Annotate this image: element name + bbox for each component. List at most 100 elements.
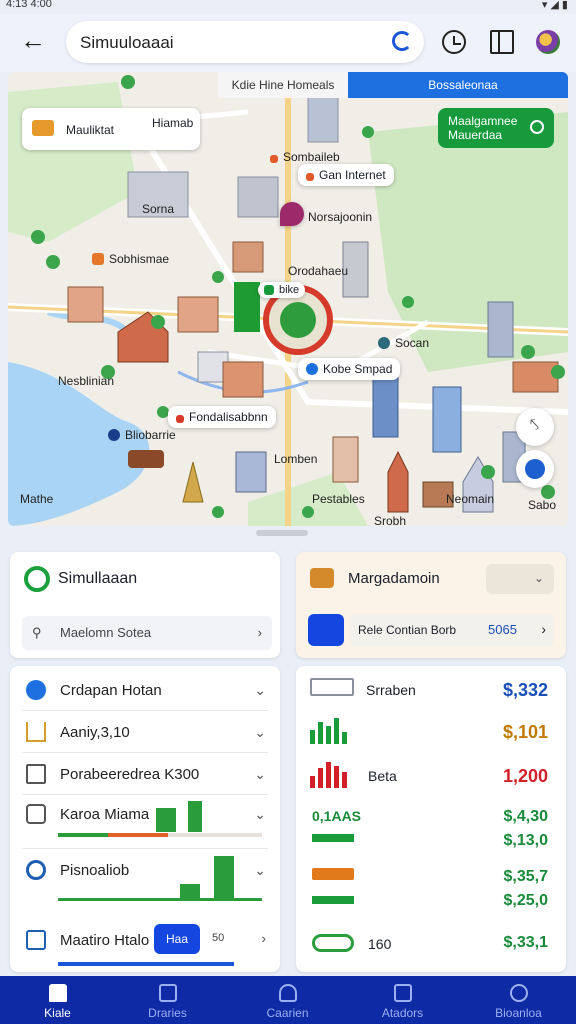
bar-mark [180,884,200,898]
list-icon [393,984,412,1002]
price-row[interactable]: 0,1AAS $,4,30 $,13,0 [296,800,566,850]
list-item[interactable]: Porabeeredrea K300 ⌄ [10,754,280,794]
search-bar[interactable]: Simuuloaaai [66,21,424,63]
list-item[interactable]: Crdapan Hotan ⌄ [10,670,280,710]
nav-home[interactable]: Kiale [0,976,115,1024]
divider [22,752,268,753]
simulation-field[interactable]: ⚲ Maelomn Sotea › [22,616,272,650]
map-label-pin-title: Norsajoonin [308,210,373,224]
location-pin-icon[interactable] [280,202,304,226]
margin-field[interactable]: Rele Contian Borb 5065 › [350,614,554,646]
building-icon [310,678,354,696]
card-icon [26,804,46,824]
bike-chip-label: bike [279,284,300,296]
chevron-down-icon: ⌄ [254,806,266,822]
bottom-nav: Kiale Draries Caarien Atadors Bioanloa [0,976,576,1024]
map-tabs: Kdie Hine Homeals Bossaleonaa [218,72,568,98]
bike-chip[interactable]: bike [258,282,306,298]
action-button[interactable]: Haa [154,924,200,954]
bike-icon [264,285,274,295]
nav-label: Draries [148,1006,187,1020]
map-label-neomain: Neomain [446,492,495,506]
price-value: $,332 [502,680,548,700]
list-item[interactable]: Aaniy,3,10 ⌄ [10,712,280,752]
map-pin-icon [92,253,104,265]
margin-dropdown[interactable]: ⌄ [486,564,554,594]
globe-icon [26,680,46,700]
place-chip-main[interactable]: Mauliktat Hiamab [22,108,200,150]
orange-trend-icon [312,868,354,880]
radio-circle-icon [24,566,50,592]
map-tab-2[interactable]: Bossaleonaa [348,72,568,98]
list-item[interactable]: Pisnoaliob ⌄ [10,852,280,904]
divider [22,710,268,711]
search-input[interactable]: Simuuloaaai [80,33,174,53]
nav-diaries[interactable]: Draries [110,976,225,1024]
map-label-nesblinian: Nesblinian [58,374,115,388]
sheet-drag-handle[interactable] [256,530,308,536]
compass-icon: ⤣ [530,417,540,434]
progress-line [58,898,262,901]
map-label-mathe: Mathe [20,492,54,506]
place-chip-sublabel: Hiamab [152,116,194,130]
divider [22,848,268,849]
avatar[interactable] [536,30,560,54]
status-bar: 4:13 4:00 ▾ ◢ ▮ [0,0,576,14]
history-icon[interactable] [442,30,466,54]
chevron-down-icon: ⌄ [254,862,266,878]
mic-icon[interactable] [392,31,412,51]
price-row[interactable]: $,35,7 $,25,0 [296,862,566,912]
simulation-title: Simullaaan [58,570,138,587]
green-trend-icon [312,896,354,904]
nav-bioanloa[interactable]: Bioanloa [461,976,576,1024]
margin-title: Margadamoin [348,570,440,587]
margin-card: Margadamoin ⌄ Rele Contian Borb 5065 › [296,552,566,658]
list-item[interactable]: Karoa Miama ⌄ [10,796,280,846]
map-tab-1[interactable]: Kdie Hine Homeals [218,72,348,98]
price-value: 1,200 [502,766,548,786]
price-value: $,33,1 [503,934,548,951]
chevron-down-icon: ⌄ [533,571,544,585]
green-trend-icon [312,834,354,842]
map-label-text: Bliobarrie [125,428,176,442]
map-label-pestables: Pestables [312,492,365,506]
info-icon [530,120,544,134]
map-view[interactable]: Kdie Hine Homeals Bossaleonaa Mauliktat … [8,72,568,526]
list-item-label: Aaniy,3,10 [60,724,130,741]
nav-atadors[interactable]: Atadors [345,976,460,1024]
nav-caarien[interactable]: Caarien [230,976,345,1024]
green-info-card[interactable]: Maalgamnee Mauerdaa [438,108,554,148]
price-row[interactable]: Srraben $,332 [296,670,566,710]
map-pin-icon [108,429,120,441]
progress-segment [108,833,168,837]
price-row[interactable]: 160 $,33,1 [296,924,566,964]
progress-track [168,833,262,837]
map-icon [278,984,297,1002]
map-label-bliobe: Bliobarrie [108,428,176,442]
place-chip-gan[interactable]: Gan Internet [298,164,394,186]
list-item-label: Porabeeredrea K300 [60,766,200,783]
place-chip-label: Kobe Smpad [323,362,393,376]
settings-list-card: Crdapan Hotan ⌄ Aaniy,3,10 ⌄ Porabeeredr… [10,666,280,972]
place-chip-kobe[interactable]: Kobe Smpad [298,358,401,380]
nav-label: Atadors [381,1006,424,1020]
place-chip-fonda[interactable]: Fondalisabbnn [168,406,276,428]
nav-label: Caarien [266,1006,309,1020]
price-row[interactable]: Beta 1,200 [296,756,566,796]
chevron-right-icon[interactable]: › [261,930,266,946]
compass-button[interactable]: ⤣ [516,408,554,446]
list-item-label: Maatiro Htalo [60,932,150,949]
color-swatch[interactable] [308,614,344,646]
bar-mark [214,856,234,898]
book-icon[interactable] [490,30,514,54]
nav-label: Bioanloa [495,1006,542,1020]
back-arrow-icon[interactable]: ← [18,26,48,56]
place-chip-label: Mauliktat [66,123,115,137]
price-label: 0,1AAS [312,808,362,824]
divider [22,794,268,795]
price-row[interactable]: $,101 [296,712,566,752]
locate-button[interactable] [516,450,554,488]
list-item[interactable]: Maatiro Htalo Haa 50 › [10,920,280,966]
map-pin-icon [270,155,278,163]
bar-mark [188,801,202,832]
